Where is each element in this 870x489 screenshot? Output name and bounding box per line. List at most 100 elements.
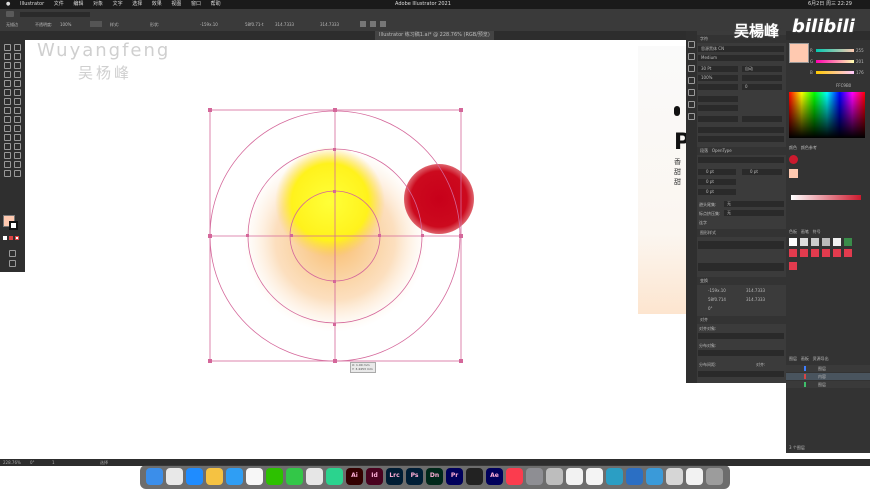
perspective-grid-icon[interactable] [4, 125, 11, 132]
zoom-tool-icon[interactable] [4, 170, 11, 177]
y-field[interactable]: 314.7333 [275, 22, 294, 27]
gradient-mode-icon[interactable] [9, 236, 13, 240]
rotation-field[interactable] [698, 105, 738, 111]
dock-music-icon[interactable] [506, 468, 523, 485]
dock-photos-icon[interactable] [246, 468, 263, 485]
stroke-swatch[interactable] [9, 221, 18, 230]
transform-angle[interactable]: 0° [708, 306, 713, 311]
dock-cinema-icon[interactable] [626, 468, 643, 485]
first-line-indent-field[interactable]: 0 pt [698, 179, 736, 185]
dock-messages-icon[interactable] [286, 468, 303, 485]
transform-x[interactable]: -159x.10 [708, 288, 726, 293]
lasso-icon[interactable] [14, 53, 21, 60]
dock-indesign-icon[interactable]: Id [366, 468, 383, 485]
paintbrush-icon[interactable] [14, 80, 21, 87]
color-spectrum[interactable] [789, 92, 865, 138]
asset-export-tab[interactable]: 资源导出 [813, 356, 829, 361]
brushes-tab[interactable]: 画笔 [801, 229, 809, 234]
dock-aftereffects-icon[interactable]: Ae [486, 468, 503, 485]
none-mode-icon[interactable] [15, 236, 19, 240]
scale-field[interactable]: 100% [698, 75, 738, 81]
dock-lightroom-icon[interactable]: Lrc [386, 468, 403, 485]
rotate-tool-icon[interactable] [14, 98, 21, 105]
dock-downloads-icon[interactable] [686, 468, 703, 485]
gradient-slider[interactable] [791, 195, 861, 200]
curvature-tool-icon[interactable] [14, 62, 21, 69]
dock-settings-icon[interactable] [526, 468, 543, 485]
dock-finalcut-icon[interactable] [466, 468, 483, 485]
dock-feishu-icon[interactable] [326, 468, 343, 485]
menu-illustrator[interactable]: Illustrator [20, 0, 44, 9]
graphic-style-row-1[interactable] [698, 241, 784, 249]
shaper-tool-icon[interactable] [4, 89, 11, 96]
eyedropper-icon[interactable] [14, 134, 21, 141]
zoom-level[interactable]: 228.76% [3, 459, 21, 466]
distribute-spacing-buttons[interactable] [698, 371, 784, 377]
menu-edit[interactable]: 编辑 [73, 0, 83, 9]
b-value[interactable]: 176 [856, 70, 864, 75]
dock-motion-icon[interactable] [606, 468, 623, 485]
menu-view[interactable]: 视图 [171, 0, 181, 9]
dock-files-icon[interactable] [666, 468, 683, 485]
menu-object[interactable]: 对象 [93, 0, 103, 9]
h-field[interactable]: 314.7333 [320, 22, 339, 27]
document-tab[interactable]: Illustrator 练习稿1.ai* @ 228.76% (RGB/预览) [375, 31, 494, 40]
dock-launchpad-icon[interactable] [166, 468, 183, 485]
baseline-field[interactable] [698, 96, 738, 102]
paragraph-align-buttons[interactable] [698, 157, 784, 163]
menu-help[interactable]: 帮助 [211, 0, 221, 9]
language-field[interactable] [698, 136, 784, 142]
align-panel-header[interactable]: 对齐 [697, 316, 786, 324]
dock-mail-icon[interactable] [226, 468, 243, 485]
scale-field-2[interactable] [742, 75, 782, 81]
column-graph-icon[interactable] [4, 152, 11, 159]
panel-icon-4[interactable] [688, 77, 695, 84]
transform-y[interactable]: 58f0.714 [708, 297, 726, 302]
workspace-switcher[interactable] [20, 12, 90, 17]
r-slider[interactable] [816, 49, 854, 52]
artboard-number[interactable]: 1 [52, 459, 55, 466]
dock-illustrator-icon[interactable]: Ai [346, 468, 363, 485]
graphic-style-row-2[interactable] [698, 263, 784, 271]
dock-photoshop-icon[interactable]: Ps [406, 468, 423, 485]
symbol-sprayer-icon[interactable] [14, 143, 21, 150]
mesh-tool-icon[interactable] [14, 125, 21, 132]
panel-icon-6[interactable] [688, 101, 695, 108]
font-size-field[interactable]: 30 Pt [698, 66, 738, 72]
home-icon[interactable] [6, 11, 14, 17]
layer-row-3[interactable]: 图层 [786, 381, 870, 388]
apple-icon[interactable]: ● [6, 0, 10, 9]
font-style-field[interactable]: Medium [698, 55, 784, 61]
kinsoku-dropdown[interactable]: 无 [724, 201, 784, 207]
opacity-value[interactable]: 100% [60, 22, 71, 27]
paragraph-tab[interactable]: 段落 [700, 148, 708, 153]
screen-mode-icon[interactable] [9, 260, 16, 267]
dock-finder-icon[interactable] [146, 468, 163, 485]
paragraph-panel-header[interactable]: 段落 OpenType [697, 147, 786, 155]
right-indent-field[interactable]: 0 pt [742, 169, 782, 175]
second-artboard[interactable]: Pl 香甜甜 [638, 46, 698, 314]
dock-wechat-icon[interactable] [266, 468, 283, 485]
menu-select[interactable]: 选择 [132, 0, 142, 9]
width-tool-icon[interactable] [14, 107, 21, 114]
artboard-canvas[interactable]: Wuyangfeng 吴杨峰 X: 1.00 mm Y: 3.4453 mm 香… [25, 40, 783, 459]
menu-type[interactable]: 文字 [113, 0, 123, 9]
panel-icon-1[interactable] [688, 41, 695, 48]
type-tool-icon[interactable] [4, 71, 11, 78]
dock-trash-icon[interactable] [706, 468, 723, 485]
x-field[interactable]: -159x.10 [200, 22, 218, 27]
space-before-field[interactable]: 0 pt [698, 189, 736, 195]
slice-tool-icon[interactable] [4, 161, 11, 168]
swatches-tab[interactable]: 色板 [789, 229, 797, 234]
pen-tool-icon[interactable] [4, 62, 11, 69]
panel-icon-7[interactable] [688, 113, 695, 120]
transform-h[interactable]: 314.7333 [746, 297, 765, 302]
transform-w[interactable]: 314.7333 [746, 288, 765, 293]
pencil-icon[interactable] [14, 89, 21, 96]
character-tab[interactable]: 字符 [700, 36, 708, 41]
align-tab[interactable]: 对齐 [700, 317, 708, 322]
yellow-circle[interactable] [275, 147, 385, 257]
layers-tab[interactable]: 图层 [789, 356, 797, 361]
layer-row-2[interactable]: 内容 [786, 373, 870, 380]
rotate-view[interactable]: 0° [30, 459, 35, 466]
